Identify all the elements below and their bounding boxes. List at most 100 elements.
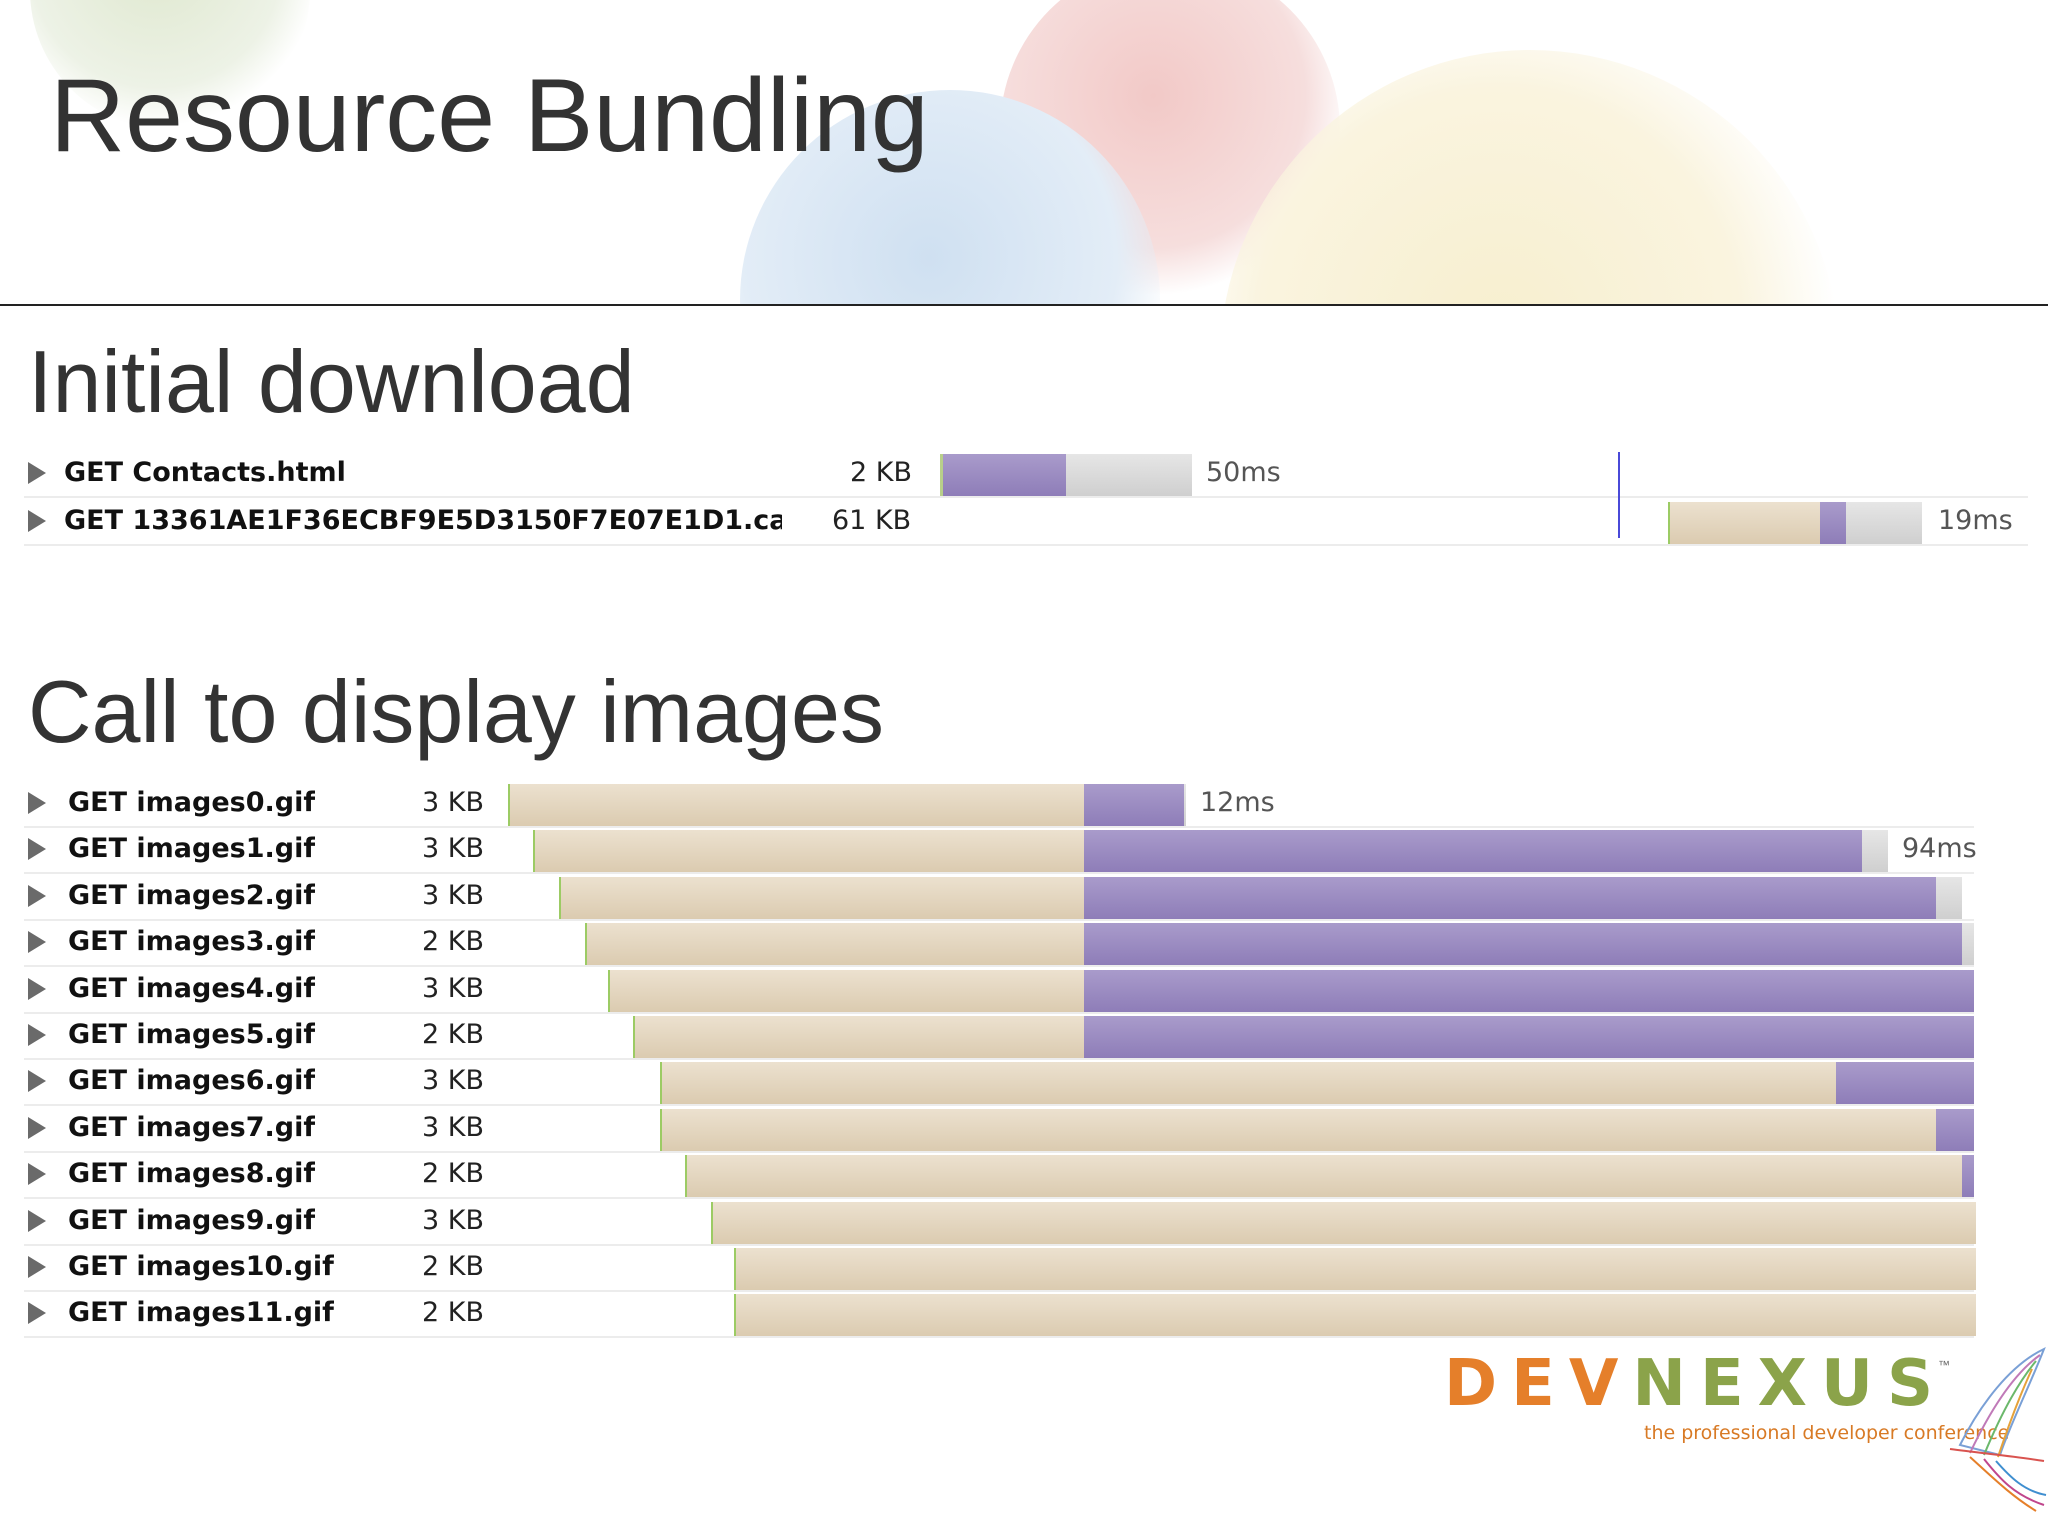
request-size: 3 KB xyxy=(422,833,484,865)
expand-triangle-icon[interactable] xyxy=(28,838,46,861)
expand-triangle-icon[interactable] xyxy=(28,1256,46,1278)
logo-dev-text: DEV xyxy=(1444,1347,1633,1421)
devnexus-logo: DEVNEXUS xyxy=(1444,1352,1947,1416)
timeline-waiting-bar xyxy=(633,1016,1086,1058)
request-size: 2 KB xyxy=(422,1297,484,1329)
request-size: 3 KB xyxy=(422,1204,484,1236)
timeline-waiting-bar xyxy=(734,1294,1976,1337)
request-label: GET images2.gif xyxy=(68,880,316,911)
load-event-marker xyxy=(1618,452,1620,538)
timeline-receiving-bar xyxy=(1084,876,1936,919)
request-label: GET images1.gif xyxy=(68,834,316,865)
timeline-waiting-bar xyxy=(533,830,1086,873)
request-size: 2 KB xyxy=(422,926,484,958)
request-row[interactable]: GET images2.gif 3 KB xyxy=(24,873,1974,921)
timeline-waiting-bar xyxy=(734,1248,1976,1290)
request-size: 3 KB xyxy=(422,972,484,1004)
timeline-receiving-bar xyxy=(1084,1016,1974,1058)
timeline-waiting-bar xyxy=(508,784,1086,826)
timeline-receiving-bar xyxy=(1084,969,1974,1012)
expand-triangle-icon[interactable] xyxy=(28,1302,46,1325)
expand-triangle-icon[interactable] xyxy=(28,1116,46,1139)
request-size: 2 KB xyxy=(422,1019,484,1050)
request-time: 94ms xyxy=(1902,833,1977,865)
request-label: GET images6.gif xyxy=(68,1066,316,1097)
request-size: 3 KB xyxy=(422,1065,484,1097)
request-label: GET images4.gif xyxy=(68,973,316,1004)
timeline-receiving-bar xyxy=(1836,1062,1974,1105)
timeline-waiting-bar xyxy=(660,1062,1838,1105)
timeline-waiting-bar xyxy=(585,923,1086,966)
timeline-receiving-bar xyxy=(1084,784,1184,826)
request-row[interactable]: GET 13361AE1F36ECBF9E5D3150F7E07E1D1.ca … xyxy=(24,498,2028,546)
request-row[interactable]: GET Contacts.html 2 KB 50ms xyxy=(24,450,2028,498)
request-label: GET images0.gif xyxy=(68,788,316,818)
request-size: 3 KB xyxy=(422,787,484,818)
request-label: GET 13361AE1F36ECBF9E5D3150F7E07E1D1.ca xyxy=(64,506,782,536)
request-row[interactable]: GET images3.gif 2 KB xyxy=(24,919,1974,968)
expand-triangle-icon[interactable] xyxy=(28,977,46,1000)
timeline-idle-bar xyxy=(1962,923,1974,966)
request-row[interactable]: GET images8.gif 2 KB xyxy=(24,1151,1974,1200)
logo-nexus-text: NEXUS xyxy=(1632,1347,1948,1421)
slide-title: Resource Bundling xyxy=(50,58,929,174)
expand-triangle-icon[interactable] xyxy=(28,1163,46,1186)
timeline-waiting-bar xyxy=(559,876,1086,919)
timeline-idle-bar xyxy=(1066,454,1192,496)
timeline-waiting-bar xyxy=(1668,502,1820,544)
request-size: 3 KB xyxy=(422,879,484,911)
timeline-waiting-bar xyxy=(608,969,1086,1012)
request-size: 2 KB xyxy=(850,457,912,488)
timeline-idle-bar xyxy=(1846,502,1922,544)
timeline-receiving-bar xyxy=(1084,923,1962,966)
timeline-idle-bar xyxy=(1936,876,1962,919)
header-divider xyxy=(0,304,2048,306)
request-size: 3 KB xyxy=(422,1111,484,1143)
timeline-waiting-bar xyxy=(685,1155,1964,1198)
expand-triangle-icon[interactable] xyxy=(28,462,46,484)
request-row[interactable]: GET images4.gif 3 KB xyxy=(24,966,1974,1014)
timeline-receiving-bar xyxy=(1936,1108,1974,1151)
timeline-waiting-bar xyxy=(711,1201,1976,1244)
request-label: GET images7.gif xyxy=(68,1112,316,1143)
request-label: GET images10.gif xyxy=(68,1252,334,1282)
request-time: 19ms xyxy=(1938,505,2013,536)
expand-triangle-icon[interactable] xyxy=(28,931,46,954)
expand-triangle-icon[interactable] xyxy=(28,792,46,814)
request-row[interactable]: GET images5.gif 2 KB xyxy=(24,1012,1974,1060)
timeline-receiving-bar xyxy=(1820,502,1846,544)
timeline-idle-bar xyxy=(1862,830,1888,873)
section-heading-display-images: Call to display images xyxy=(28,662,884,761)
request-row[interactable]: GET images9.gif 3 KB xyxy=(24,1198,1976,1246)
request-row[interactable]: GET images11.gif 2 KB xyxy=(24,1290,1976,1339)
timeline-receiving-bar xyxy=(940,454,1069,496)
expand-triangle-icon[interactable] xyxy=(28,1209,46,1232)
request-label: GET images3.gif xyxy=(68,927,316,958)
expand-triangle-icon[interactable] xyxy=(28,1070,46,1093)
expand-triangle-icon[interactable] xyxy=(28,1024,46,1046)
timeline-waiting-bar xyxy=(660,1108,1938,1151)
butterfly-wing-icon xyxy=(1949,1347,2047,1512)
request-row[interactable]: GET images10.gif 2 KB xyxy=(24,1244,1976,1292)
request-label: GET images5.gif xyxy=(68,1020,316,1050)
request-row[interactable]: GET images0.gif 3 KB 12ms xyxy=(24,780,1974,828)
timeline-receiving-bar xyxy=(1084,830,1862,873)
request-label: GET Contacts.html xyxy=(64,458,346,488)
expand-triangle-icon[interactable] xyxy=(28,884,46,907)
request-label: GET images8.gif xyxy=(68,1159,316,1190)
section-heading-initial-download: Initial download xyxy=(28,332,635,431)
slide: Resource Bundling Initial download GET C… xyxy=(0,0,2048,1536)
request-label: GET images9.gif xyxy=(68,1205,316,1236)
timeline-receiving-bar xyxy=(1962,1155,1974,1198)
expand-triangle-icon[interactable] xyxy=(28,510,46,532)
request-row[interactable]: GET images6.gif 3 KB xyxy=(24,1058,1974,1107)
request-row[interactable]: GET images1.gif 3 KB 94ms xyxy=(24,826,1977,875)
request-time: 50ms xyxy=(1206,457,1281,488)
request-row[interactable]: GET images7.gif 3 KB xyxy=(24,1105,1974,1153)
timeline-idle-bar xyxy=(1184,784,1186,826)
request-label: GET images11.gif xyxy=(68,1298,334,1329)
request-size: 61 KB xyxy=(832,505,912,536)
request-size: 2 KB xyxy=(422,1251,484,1282)
request-time: 12ms xyxy=(1200,787,1275,818)
request-size: 2 KB xyxy=(422,1158,484,1190)
